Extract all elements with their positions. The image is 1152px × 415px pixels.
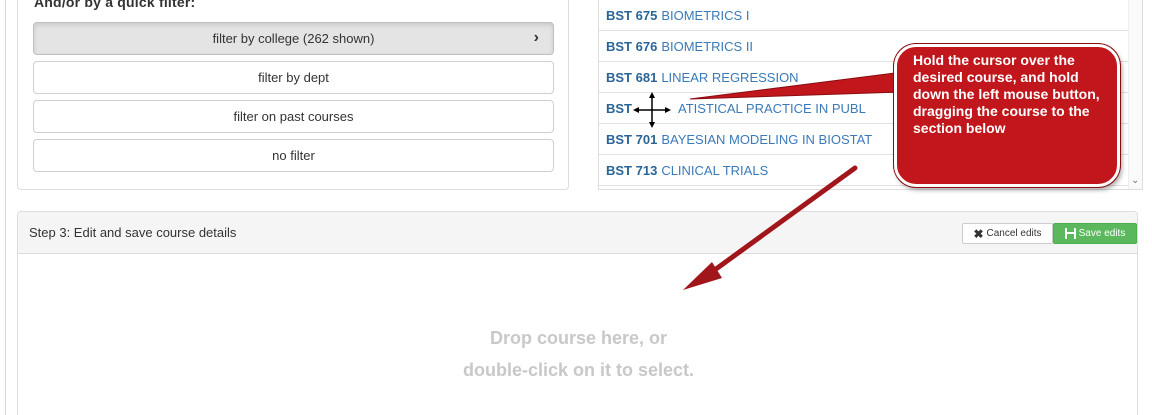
move-cursor-icon	[633, 92, 671, 128]
scroll-down-icon[interactable]: ⌄	[1131, 175, 1139, 186]
chevron-right-icon: ›	[533, 29, 539, 46]
filter-by-dept-label: filter by dept	[258, 70, 329, 85]
course-code: BST 713	[606, 162, 658, 178]
step3-panel: Step 3: Edit and save course details ✖ C…	[17, 211, 1138, 415]
course-name: CLINICAL TRIALS	[661, 162, 769, 178]
filter-by-college-button[interactable]: filter by college (262 shown) ›	[33, 22, 554, 55]
course-code: BST 675	[606, 7, 658, 23]
filter-by-college-label: filter by college (262 shown)	[212, 31, 375, 46]
instruction-callout: Hold the cursor over the desired course,…	[894, 44, 1120, 187]
drop-zone-line-2: double-click on it to select.	[462, 360, 695, 380]
course-name: LINEAR REGRESSION	[661, 69, 799, 85]
course-name: BIOMETRICS I	[661, 7, 750, 23]
quick-filter-panel: And/or by a quick filter: filter by coll…	[17, 0, 569, 190]
filter-past-courses-label: filter on past courses	[233, 109, 354, 124]
course-code: BST 701	[606, 131, 658, 147]
step3-header: Step 3: Edit and save course details ✖ C…	[18, 212, 1137, 254]
course-name: ATISTICAL PRACTICE IN PUBL	[678, 100, 866, 116]
no-filter-button[interactable]: no filter	[33, 139, 554, 172]
drop-zone-line-1: Drop course here, or	[489, 328, 668, 348]
x-icon: ✖	[973, 226, 984, 241]
cancel-edits-button[interactable]: ✖ Cancel edits	[962, 223, 1053, 244]
filter-past-courses-button[interactable]: filter on past courses	[33, 100, 554, 133]
course-list-scrollbar[interactable]: ⌄	[1128, 0, 1142, 189]
no-filter-label: no filter	[272, 148, 315, 163]
step3-title: Step 3: Edit and save course details	[29, 225, 237, 240]
course-code: BST 676	[606, 38, 658, 54]
filter-by-dept-button[interactable]: filter by dept	[33, 61, 554, 94]
quick-filter-title: And/or by a quick filter:	[34, 0, 196, 10]
page-left-border	[0, 0, 6, 415]
save-edits-button[interactable]: Save edits	[1053, 223, 1137, 244]
save-edits-label: Save edits	[1078, 228, 1126, 239]
course-name: BIOMETRICS II	[661, 38, 754, 54]
course-code: BST 681	[606, 69, 658, 85]
course-list-item[interactable]: BST 675 BIOMETRICS I	[599, 0, 1129, 31]
course-name: BAYESIAN MODELING IN BIOSTAT	[661, 131, 873, 147]
cancel-edits-label: Cancel edits	[986, 228, 1042, 239]
floppy-disk-icon	[1064, 228, 1076, 239]
